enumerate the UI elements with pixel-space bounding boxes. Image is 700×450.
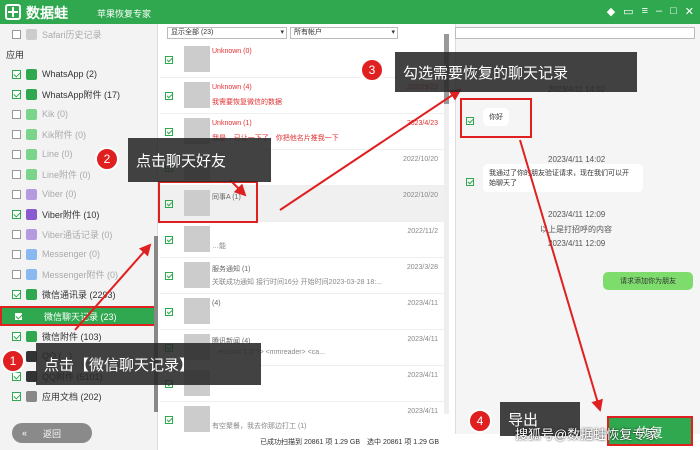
step-number-badge: 3 bbox=[360, 58, 384, 82]
callout-step2: 点击聊天好友 bbox=[128, 138, 271, 182]
step-number-badge: 1 bbox=[1, 349, 25, 373]
callout-step1: 点击【微信聊天记录】 bbox=[36, 343, 261, 385]
arrow-step4 bbox=[519, 139, 603, 412]
watermark: 搜狐号@数据蛙恢复专家 bbox=[515, 427, 659, 442]
arrow-step2b bbox=[279, 88, 462, 211]
step-number-badge: 2 bbox=[95, 147, 119, 171]
callout-step3: 勾选需要恢复的聊天记录 bbox=[395, 52, 637, 92]
arrow-step2 bbox=[229, 179, 247, 197]
step-number-badge: 4 bbox=[468, 409, 492, 433]
arrow-step1 bbox=[74, 243, 152, 331]
